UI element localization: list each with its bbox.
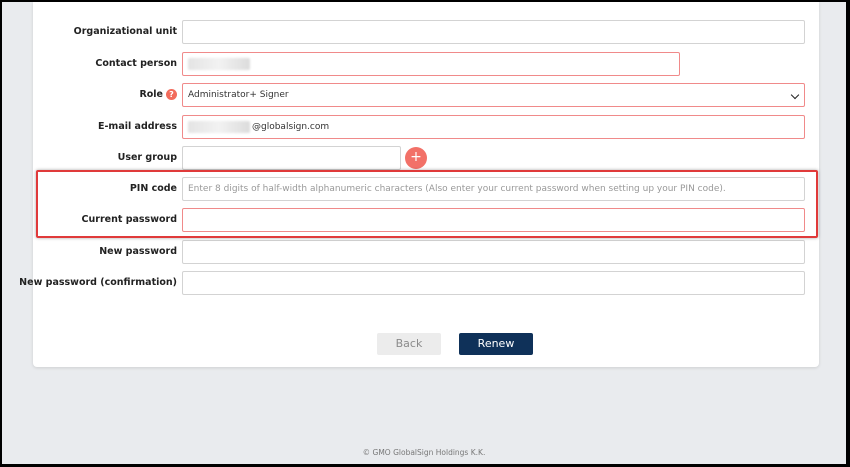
new-password-label: New password	[99, 246, 177, 257]
new-password-input[interactable]	[182, 240, 805, 264]
email-domain: @globalsign.com	[252, 122, 330, 132]
row-role: Role? Administrator+ Signer	[33, 83, 819, 107]
chevron-down-icon	[790, 90, 800, 100]
scroll-rail	[822, 2, 846, 464]
user-group-label: User group	[117, 152, 177, 163]
redacted-value	[188, 57, 250, 70]
role-select[interactable]: Administrator+ Signer	[182, 83, 805, 107]
role-label-group: Role?	[139, 83, 177, 107]
page-frame: Organizational unit Contact person Role?…	[2, 2, 846, 464]
role-selected-value: Administrator+ Signer	[188, 90, 289, 100]
role-label: Role	[139, 89, 163, 100]
email-input[interactable]: @globalsign.com	[182, 115, 805, 139]
highlight-box	[36, 170, 818, 238]
redacted-value	[188, 120, 250, 133]
organizational-unit-input[interactable]	[182, 20, 805, 44]
email-label: E-mail address	[97, 121, 177, 132]
new-password-confirm-label: New password (confirmation)	[19, 277, 177, 288]
question-circle-icon[interactable]: ?	[166, 89, 177, 100]
back-button[interactable]: Back	[377, 333, 441, 355]
add-user-group-button[interactable]: +	[405, 147, 427, 169]
contact-person-input[interactable]	[182, 52, 680, 76]
contact-person-label: Contact person	[95, 58, 177, 69]
row-contact-person: Contact person	[33, 52, 819, 76]
row-organizational-unit: Organizational unit	[33, 20, 819, 44]
row-new-password-confirm: New password (confirmation)	[19, 271, 819, 295]
new-password-confirm-input[interactable]	[182, 271, 805, 295]
row-new-password: New password	[33, 240, 819, 264]
renew-button[interactable]: Renew	[459, 333, 533, 355]
footer-copyright: © GMO GlobalSign Holdings K.K.	[362, 448, 486, 457]
row-email: E-mail address @globalsign.com	[33, 115, 819, 139]
organizational-unit-label: Organizational unit	[73, 26, 177, 37]
user-group-input[interactable]	[182, 146, 401, 170]
